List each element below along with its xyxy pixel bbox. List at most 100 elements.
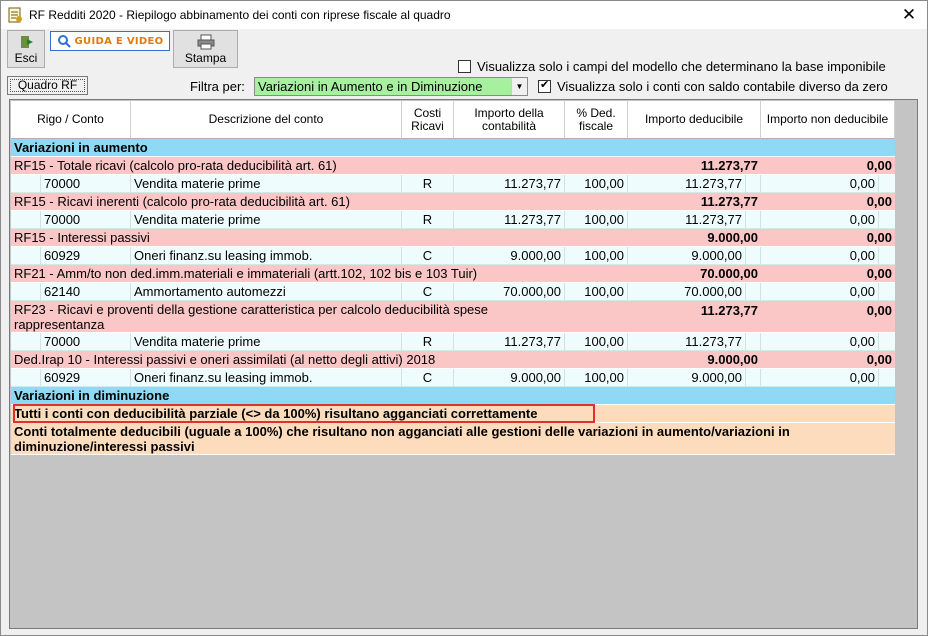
group-deducibile: 11.273,77 [700,303,758,318]
base-imponibile-label: Visualizza solo i campi del modello che … [477,59,886,74]
group-non-deducibile: 0,00 [866,230,892,245]
detail-perc: 100,00 [565,175,628,192]
spacer-cell [746,211,761,228]
detail-deducibile: 9.000,00 [628,247,746,264]
group-row[interactable]: Ded.Irap 10 - Interessi passivi e oneri … [11,351,895,369]
note-line2: diminuzione/interessi passivi [14,438,195,454]
detail-perc: 100,00 [565,247,628,264]
detail-perc: 100,00 [565,211,628,228]
spacer-cell [746,175,761,192]
col-descrizione[interactable]: Descrizione del conto [131,101,402,139]
detail-non-deducibile: 0,00 [761,369,879,386]
group-deducibile: 11.273,77 [700,194,758,209]
detail-row[interactable]: 60929 Oneri finanz.su leasing immob. C 9… [11,369,895,387]
filtra-select[interactable]: Variazioni in Aumento e in Diminuzione ▼ [254,77,528,96]
note-row[interactable]: Tutti i conti con deducibilità parziale … [11,405,895,423]
group-non-deducibile: 0,00 [866,352,892,367]
group-row[interactable]: RF15 - Totale ricavi (calcolo pro-rata d… [11,157,895,175]
guida-label: GUIDA E VIDEO [74,35,164,47]
indent-cell [11,247,41,264]
group-label-line2: rappresentanza [14,316,105,332]
group-row[interactable]: RF15 - Ricavi inerenti (calcolo pro-rata… [11,193,895,211]
esci-label: Esci [14,51,38,65]
stampa-label: Stampa [184,51,227,65]
stampa-button[interactable]: Stampa [173,30,238,68]
group-deducibile: 11.273,77 [700,158,758,173]
col-costi-ricavi[interactable]: Costi Ricavi [402,101,454,139]
detail-perc: 100,00 [565,283,628,300]
group-deducibile: 9.000,00 [707,352,758,367]
note-deducibili-non-agganciati: Conti totalmente deducibili (uguale a 10… [11,423,895,454]
indent-cell [11,283,41,300]
detail-non-deducibile: 0,00 [761,175,879,192]
checkbox-box[interactable] [458,60,471,73]
detail-conto: 60929 [41,247,131,264]
detail-descrizione: Vendita materie prime [131,175,402,192]
detail-non-deducibile: 0,00 [761,211,879,228]
detail-descrizione: Vendita materie prime [131,333,402,350]
detail-conto: 60929 [41,369,131,386]
detail-cr: R [402,175,454,192]
section-label: Variazioni in aumento [14,140,148,155]
group-label-line1: RF23 - Ricavi e proventi della gestione … [14,301,489,317]
detail-conto: 70000 [41,175,131,192]
detail-row[interactable]: 70000 Vendita materie prime R 11.273,77 … [11,211,895,229]
note-row[interactable]: Conti totalmente deducibili (uguale a 10… [11,423,895,455]
detail-row[interactable]: 70000 Vendita materie prime R 11.273,77 … [11,333,895,351]
filtra-value: Variazioni in Aumento e in Diminuzione [258,79,483,94]
indent-cell [11,333,41,350]
col-ded-fiscale[interactable]: % Ded. fiscale [565,101,628,139]
detail-conto: 70000 [41,333,131,350]
detail-contabilita: 9.000,00 [454,247,565,264]
detail-descrizione: Oneri finanz.su leasing immob. [131,247,402,264]
group-row[interactable]: RF15 - Interessi passivi 9.000,00 0,00 [11,229,895,247]
group-row[interactable]: RF23 - Ricavi e proventi della gestione … [11,301,895,333]
detail-cr: C [402,369,454,386]
detail-row[interactable]: 60929 Oneri finanz.su leasing immob. C 9… [11,247,895,265]
indent-cell [11,369,41,386]
spacer-cell [746,283,761,300]
detail-deducibile: 11.273,77 [628,333,746,350]
indent-cell [11,175,41,192]
detail-contabilita: 11.273,77 [454,211,565,228]
section-label: Variazioni in diminuzione [14,388,170,403]
group-label: RF23 - Ricavi e proventi della gestione … [11,301,628,332]
detail-conto: 70000 [41,211,131,228]
detail-non-deducibile: 0,00 [761,333,879,350]
guida-video-button[interactable]: GUIDA E VIDEO [50,31,170,51]
detail-cr: R [402,211,454,228]
group-non-deducibile: 0,00 [866,266,892,281]
detail-deducibile: 70.000,00 [628,283,746,300]
esci-button[interactable]: Esci [7,30,45,68]
window-title: RF Redditi 2020 - Riepilogo abbinamento … [29,8,451,22]
saldo-diverso-zero-checkbox[interactable]: Visualizza solo i conti con saldo contab… [538,78,888,94]
detail-row[interactable]: 62140 Ammortamento automezzi C 70.000,00… [11,283,895,301]
exit-icon [21,36,33,48]
detail-descrizione: Vendita materie prime [131,211,402,228]
printer-icon [197,34,214,50]
section-aumento[interactable]: Variazioni in aumento [11,139,895,157]
chevron-down-icon[interactable]: ▼ [511,78,527,95]
tab-quadro-rf[interactable]: Quadro RF [7,76,88,95]
base-imponibile-checkbox[interactable]: Visualizza solo i campi del modello che … [458,59,886,74]
detail-descrizione: Oneri finanz.su leasing immob. [131,369,402,386]
group-non-deducibile: 0,00 [866,303,892,318]
close-icon[interactable]: ✕ [899,5,919,25]
group-label: RF15 - Totale ricavi (calcolo pro-rata d… [14,158,337,173]
col-rigo[interactable]: Rigo / Conto [11,101,131,139]
detail-non-deducibile: 0,00 [761,247,879,264]
group-label: Ded.Irap 10 - Interessi passivi e oneri … [14,352,436,367]
col-importo-non-deducibile[interactable]: Importo non deducibile [761,101,895,139]
detail-contabilita: 11.273,77 [454,175,565,192]
section-diminuzione[interactable]: Variazioni in diminuzione [11,387,895,405]
checkbox-box-checked[interactable] [538,78,551,93]
detail-deducibile: 11.273,77 [628,211,746,228]
detail-row[interactable]: 70000 Vendita materie prime R 11.273,77 … [11,175,895,193]
col-importo-deducibile[interactable]: Importo deducibile [628,101,761,139]
detail-descrizione: Ammortamento automezzi [131,283,402,300]
group-row[interactable]: RF21 - Amm/to non ded.imm.materiali e im… [11,265,895,283]
group-deducibile: 9.000,00 [707,230,758,245]
spacer-cell [746,369,761,386]
saldo-label: Visualizza solo i conti con saldo contab… [557,79,888,94]
col-importo-contabilita[interactable]: Importo della contabilità [454,101,565,139]
